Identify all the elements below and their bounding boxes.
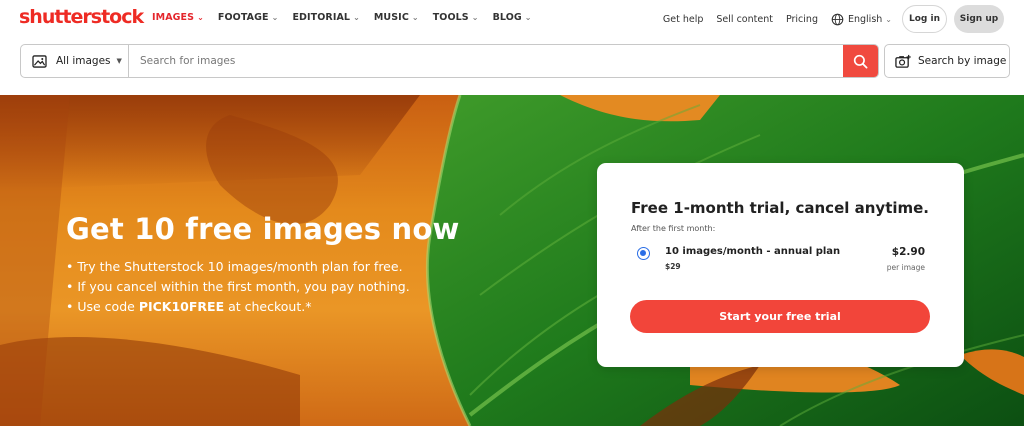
benefit-item: • Use code PICK10FREE at checkout.*: [66, 299, 312, 314]
plan-price-unit: per image: [886, 263, 925, 272]
benefit-item: • If you cancel within the first month, …: [66, 279, 410, 294]
trial-offer-card: Free 1-month trial, cancel anytime. Afte…: [597, 163, 964, 367]
nav-item-label: EDITORIAL: [292, 12, 351, 23]
caret-down-icon: ▼: [116, 57, 122, 65]
search-submit-button[interactable]: [843, 45, 878, 77]
login-button[interactable]: Log in: [902, 5, 947, 33]
search-icon: [853, 54, 868, 68]
nav-item-music[interactable]: MUSIC ⌄: [374, 12, 419, 23]
plan-option[interactable]: 10 images/month - annual plan $29 $2.90 …: [631, 243, 931, 279]
nav-item-label: BLOG: [492, 12, 522, 23]
benefit-text: at checkout.*: [224, 299, 312, 314]
search-scope-label: All images: [56, 55, 111, 67]
chevron-down-icon: ⌄: [271, 13, 279, 22]
chevron-down-icon: ⌄: [197, 13, 204, 22]
chevron-down-icon: ⌄: [885, 14, 892, 24]
shutterstock-logo[interactable]: shutterstock: [19, 6, 144, 28]
chevron-down-icon: ⌄: [471, 13, 479, 22]
search-by-image-button[interactable]: Search by image: [884, 44, 1010, 78]
signup-button[interactable]: Sign up: [954, 5, 1004, 33]
search-by-image-label: Search by image: [918, 55, 1007, 67]
promo-code: PICK10FREE: [138, 299, 225, 314]
nav-item-blog[interactable]: BLOG ⌄: [493, 12, 532, 23]
plan-price-per-image: $2.90: [891, 246, 925, 258]
nav-item-label: IMAGES: [152, 12, 195, 23]
plan-name: 10 images/month - annual plan: [665, 246, 841, 257]
chevron-down-icon: ⌄: [411, 13, 419, 22]
chevron-down-icon: ⌄: [524, 13, 532, 22]
globe-icon: [831, 13, 844, 25]
nav-item-footage[interactable]: FOOTAGE ⌄: [218, 12, 279, 23]
nav-item-tools[interactable]: TOOLS ⌄: [433, 12, 479, 23]
nav-item-label: FOOTAGE: [217, 12, 269, 23]
hero-benefits-list: • Try the Shutterstock 10 images/month p…: [66, 257, 410, 317]
top-navigation: shutterstock IMAGES ⌄ FOOTAGE ⌄ EDITORIAL ⌄…: [0, 0, 1024, 38]
pricing-link[interactable]: Pricing: [786, 14, 818, 25]
offer-title: Free 1-month trial, cancel anytime.: [631, 199, 930, 217]
benefit-item: • Try the Shutterstock 10 images/month p…: [66, 259, 403, 274]
nav-item-label: TOOLS: [432, 12, 469, 23]
nav-item-images[interactable]: IMAGES ⌄: [152, 12, 204, 23]
sell-content-link[interactable]: Sell content: [716, 14, 773, 25]
plan-total-price: $29: [665, 262, 681, 271]
offer-subtitle: After the first month:: [631, 224, 716, 233]
nav-item-label: MUSIC: [373, 12, 409, 23]
plan-radio-selected[interactable]: [637, 247, 650, 260]
hero-title: Get 10 free images now: [66, 212, 460, 246]
search-scope-dropdown[interactable]: All images ▼: [21, 45, 129, 77]
chevron-down-icon: ⌄: [353, 13, 360, 22]
main-menu: IMAGES ⌄ FOOTAGE ⌄ EDITORIAL ⌄ MUSIC ⌄ TOOLS…: [152, 12, 546, 23]
account-menu: Get help Sell content Pricing English ⌄ …: [663, 0, 1024, 38]
search-input[interactable]: [129, 45, 843, 77]
nav-item-editorial[interactable]: EDITORIAL ⌄: [292, 12, 359, 23]
search-bar: All images ▼: [20, 44, 879, 78]
image-icon: [32, 54, 47, 68]
start-free-trial-button[interactable]: Start your free trial: [630, 300, 930, 333]
benefit-text: If you cancel within the first month, yo…: [77, 279, 410, 294]
benefit-text: Use code: [77, 299, 139, 314]
benefit-text: Try the Shutterstock 10 images/month pla…: [77, 259, 403, 274]
language-label: English: [847, 13, 883, 25]
get-help-link[interactable]: Get help: [663, 14, 704, 25]
camera-icon: [895, 54, 911, 68]
language-selector[interactable]: English ⌄: [831, 13, 892, 26]
